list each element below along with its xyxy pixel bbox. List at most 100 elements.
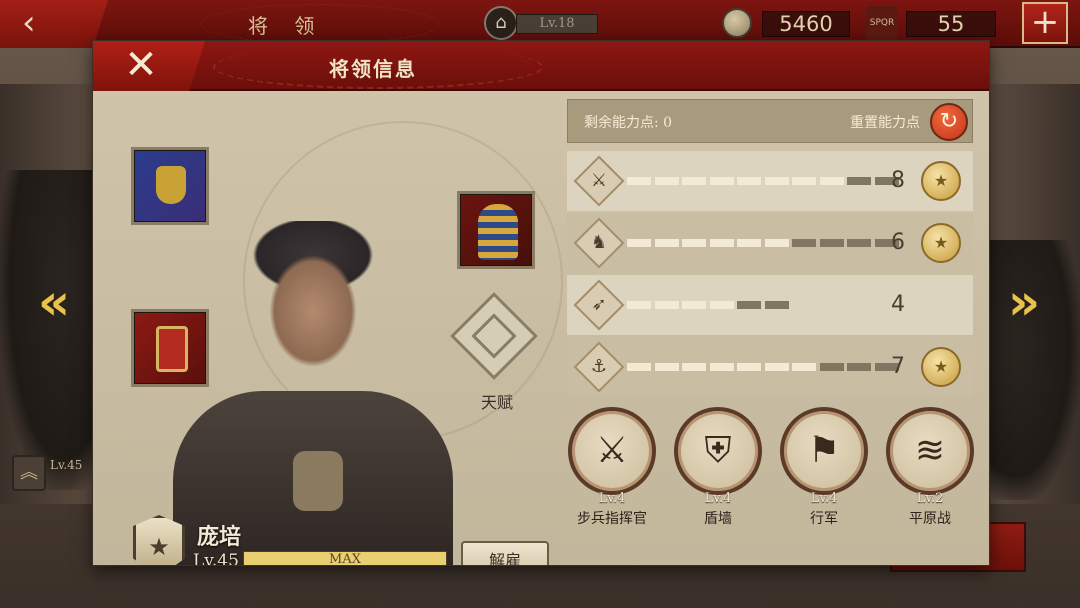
stat-segment <box>847 363 871 371</box>
general-portrait-area: 天赋 ★ 庞培 Lv.45 MAX 解雇 <box>93 91 563 566</box>
general-info-panel: 将领信息 ✕ 天赋 ★ 庞培 Lv.45 MAX 解雇 剩余能力点: 0 重置能… <box>92 40 990 566</box>
close-icon: ✕ <box>124 42 158 88</box>
anchor-icon: ⚓ <box>573 341 625 393</box>
eagle-emblem-icon <box>293 451 343 511</box>
stat-segment <box>654 177 679 185</box>
spqr-icon: SPQR <box>866 6 898 40</box>
stat-segment <box>764 177 789 185</box>
stat-segment <box>627 363 651 371</box>
stat-segment <box>682 239 706 247</box>
stat-segment <box>682 177 706 185</box>
refresh-icon: ↻ <box>939 109 959 134</box>
stat-segment <box>654 363 679 371</box>
coin-icon <box>722 8 752 38</box>
banner-icon <box>156 166 186 204</box>
bow-icon: ➶ <box>573 279 625 331</box>
skill-name: 步兵指挥官 <box>577 511 647 527</box>
city-hall-icon[interactable]: ⌂ <box>484 6 518 40</box>
horse-icon: ♞ <box>573 217 625 269</box>
stat-segment <box>737 363 761 371</box>
stat-segment <box>627 239 651 247</box>
banner-slot[interactable] <box>131 147 209 225</box>
stat-segment <box>819 363 844 371</box>
ability-points-bar: 剩余能力点: 0 重置能力点 ↻ <box>567 99 973 143</box>
arrow-left-icon: ‹ <box>22 3 36 43</box>
general-portrait <box>143 221 473 565</box>
talent-label: 天赋 <box>480 393 513 412</box>
stat-segment <box>737 177 761 185</box>
general-level: Lv.45 <box>193 551 239 566</box>
experience-bar: MAX <box>243 551 447 566</box>
close-button[interactable]: ✕ <box>93 41 205 91</box>
stat-segment <box>654 239 679 247</box>
stat-segment <box>792 177 816 185</box>
stat-row-navy: ⚓ 7 ★ <box>567 337 973 397</box>
stat-segment <box>792 239 816 247</box>
top-title: 将 领 <box>248 14 325 38</box>
coin-amount: 5460 <box>762 11 850 37</box>
stat-segment <box>682 363 706 371</box>
sword-icon: ⚔ <box>573 155 625 207</box>
stat-segment <box>792 363 816 371</box>
star-medal-icon: ★ <box>921 223 961 263</box>
experience-text: MAX <box>329 552 361 566</box>
add-currency-button[interactable]: + <box>1022 2 1068 44</box>
skill-level: Lv.4 <box>598 491 626 506</box>
rank-chevron-icon: ︽ <box>12 455 46 491</box>
stat-bar <box>627 177 899 185</box>
stat-segment <box>819 177 844 185</box>
stat-segment <box>764 363 789 371</box>
general-name: 庞培 <box>197 524 242 550</box>
skill-2[interactable]: ⚑ Lv.4 行军 <box>779 407 869 528</box>
plains-icon: ≋ <box>886 407 974 495</box>
stat-value: 7 <box>891 354 905 379</box>
panel-body: 天赋 ★ 庞培 Lv.45 MAX 解雇 剩余能力点: 0 重置能力点 ↻ ⚔ 8… <box>93 91 989 566</box>
skill-name: 行军 <box>810 511 838 527</box>
stat-segment <box>737 301 761 309</box>
stat-segment <box>627 177 651 185</box>
next-general-arrow-icon[interactable]: » <box>1004 274 1044 330</box>
stat-segment <box>682 301 706 309</box>
skill-0[interactable]: ⚔ Lv.4 步兵指挥官 <box>567 407 657 528</box>
remaining-points-label: 剩余能力点: 0 <box>584 115 673 131</box>
skill-level: Lv.2 <box>916 491 944 506</box>
skill-1[interactable]: ⛨ Lv.4 盾墙 <box>673 407 763 528</box>
stat-segment <box>737 239 761 247</box>
stat-segment <box>819 239 844 247</box>
stat-segment <box>764 301 789 309</box>
stat-row-archery: ➶ 4 <box>567 275 973 335</box>
star-medal-icon: ★ <box>921 161 961 201</box>
stat-row-cavalry: ♞ 6 ★ <box>567 213 973 273</box>
background-general-level: Lv.45 <box>50 458 83 472</box>
stat-segment <box>709 239 734 247</box>
previous-general-arrow-icon[interactable]: « <box>34 274 74 330</box>
march-icon: ⚑ <box>780 407 868 495</box>
reset-points-button[interactable]: ↻ <box>930 103 968 141</box>
reset-points-label: 重置能力点 <box>850 115 920 131</box>
stat-segment <box>709 301 734 309</box>
star-medal-icon: ★ <box>921 347 961 387</box>
skill-level: Lv.4 <box>810 491 838 506</box>
stat-bar <box>627 239 899 247</box>
stat-row-infantry: ⚔ 8 ★ <box>567 151 973 211</box>
stat-value: 8 <box>891 168 905 193</box>
crossed-swords-icon: ⚔ <box>568 407 656 495</box>
stat-segment <box>709 177 734 185</box>
skill-name: 平原战 <box>909 511 951 527</box>
shield-wall-icon: ⛨ <box>674 407 762 495</box>
stat-bar <box>627 301 847 309</box>
stat-segment <box>627 301 651 309</box>
stat-segment <box>764 239 789 247</box>
skill-level: Lv.4 <box>704 491 732 506</box>
pharaoh-mask-slot[interactable] <box>457 191 535 269</box>
stat-segment <box>847 177 871 185</box>
spqr-amount: 55 <box>906 11 996 37</box>
dismiss-button[interactable]: 解雇 <box>461 541 549 565</box>
stat-value: 4 <box>891 292 905 317</box>
plus-icon: + <box>1030 2 1060 42</box>
stat-segment <box>654 301 679 309</box>
stat-segment <box>709 363 734 371</box>
skill-name: 盾墙 <box>704 511 732 527</box>
city-level: Lv.18 <box>516 14 598 34</box>
skill-3[interactable]: ≋ Lv.2 平原战 <box>885 407 975 528</box>
